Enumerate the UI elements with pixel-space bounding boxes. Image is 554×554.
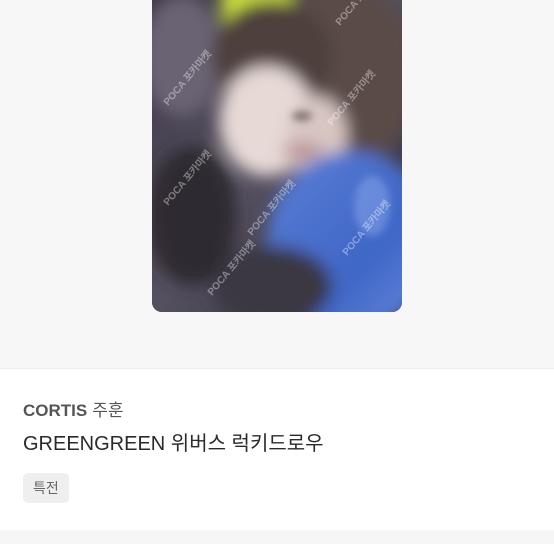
product-detail-screen: POCA 포카마켓 POCA 포카마켓 POCA 포카마켓 POCA 포카마켓 … xyxy=(0,0,554,554)
product-title: GREENGREEN 위버스 럭키드로우 xyxy=(23,433,324,455)
product-image-area: POCA 포카마켓 POCA 포카마켓 POCA 포카마켓 POCA 포카마켓 … xyxy=(0,0,554,368)
artist-line: CORTIS 주훈 xyxy=(23,401,124,421)
group-name: CORTIS xyxy=(23,401,88,420)
member-name: 주훈 xyxy=(92,401,124,420)
photocard-image[interactable]: POCA 포카마켓 POCA 포카마켓 POCA 포카마켓 POCA 포카마켓 … xyxy=(152,0,402,312)
category-tag[interactable]: 특전 xyxy=(23,473,69,503)
section-divider xyxy=(0,530,554,544)
product-info: CORTIS 주훈 GREENGREEN 위버스 럭키드로우 특전 xyxy=(0,368,554,554)
photocard-photo: POCA 포카마켓 POCA 포카마켓 POCA 포카마켓 POCA 포카마켓 … xyxy=(152,0,402,312)
